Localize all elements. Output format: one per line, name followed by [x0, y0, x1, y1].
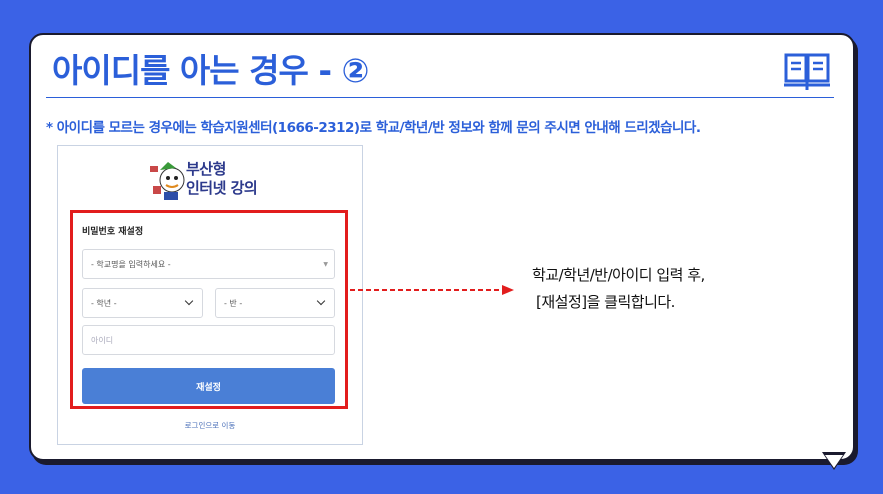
logo-line1: 부산형 [186, 160, 226, 178]
dashed-arrow-icon [350, 285, 514, 295]
grade-select[interactable]: - 학년 - [82, 288, 203, 318]
book-icon [784, 53, 830, 90]
school-select[interactable]: - 학교명을 입력하세요 - ▼ [82, 249, 335, 279]
slide-title: 아이디를 아는 경우 - ② [52, 51, 369, 90]
instruction-text: 학교/학년/반/아이디 입력 후, [재설정]을 클릭합니다. [532, 262, 705, 316]
title-divider [46, 97, 834, 98]
logo-text: 부산형 인터넷 강의 [186, 160, 258, 198]
caret-down-icon: ▼ [323, 261, 328, 268]
form-heading: 비밀번호 재설정 [82, 227, 144, 237]
class-select[interactable]: - 반 - [215, 288, 335, 318]
reset-button[interactable]: 재설정 [82, 368, 335, 404]
instruction-line1: 학교/학년/반/아이디 입력 후, [532, 266, 705, 284]
notice-text: * 아이디를 모르는 경우에는 학습지원센터(1666-2312)로 학교/학년… [46, 120, 701, 136]
id-input[interactable]: 아이디 [82, 325, 335, 355]
school-select-value: - 학교명을 입력하세요 - [91, 259, 171, 269]
grade-select-value: - 학년 - [91, 298, 117, 308]
id-input-placeholder: 아이디 [91, 335, 114, 345]
instruction-line2: [재설정]을 클릭합니다. [536, 293, 675, 311]
login-link[interactable]: 로그인으로 이동 [57, 420, 363, 431]
chevron-down-icon [184, 296, 194, 306]
logo-line2: 인터넷 강의 [186, 179, 258, 197]
class-select-value: - 반 - [224, 298, 243, 308]
chevron-down-icon [316, 296, 326, 306]
